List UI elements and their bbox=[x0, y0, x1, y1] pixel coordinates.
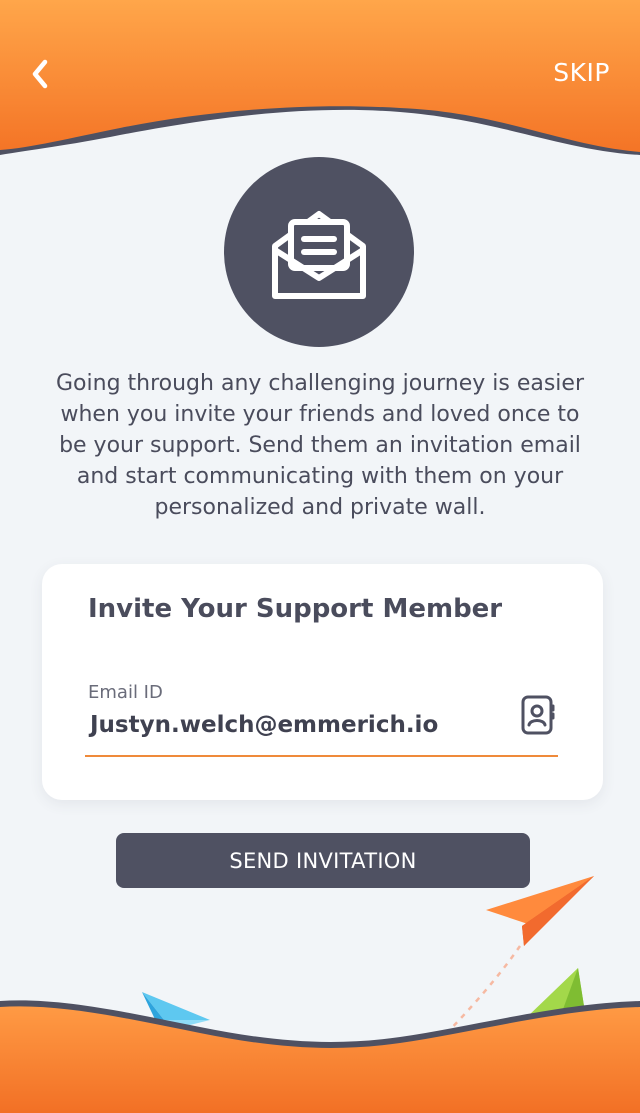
header-wave bbox=[0, 0, 640, 155]
invite-card: Invite Your Support Member Email ID Just… bbox=[42, 564, 603, 800]
email-label: Email ID bbox=[88, 682, 163, 703]
chevron-left-icon bbox=[32, 59, 48, 89]
envelope-badge bbox=[224, 157, 414, 347]
email-underline bbox=[85, 755, 558, 757]
send-invitation-button[interactable]: SEND INVITATION bbox=[116, 833, 530, 888]
orange-paper-plane-icon bbox=[486, 876, 594, 946]
email-field[interactable]: Justyn.welch@emmerich.io bbox=[90, 712, 438, 738]
skip-button[interactable]: SKIP bbox=[553, 58, 610, 87]
open-envelope-icon bbox=[272, 211, 366, 299]
contact-book-icon[interactable] bbox=[520, 694, 556, 736]
intro-text: Going through any challenging journey is… bbox=[56, 371, 584, 520]
footer-wave bbox=[0, 1000, 640, 1113]
card-title: Invite Your Support Member bbox=[88, 594, 503, 624]
back-button[interactable] bbox=[20, 54, 60, 94]
